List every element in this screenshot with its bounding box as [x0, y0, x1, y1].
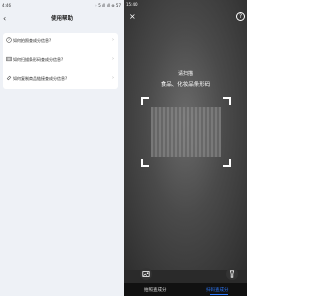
tab-photo-ingredients[interactable]: 拍照查成分: [144, 287, 167, 293]
image-icon: [142, 271, 150, 277]
tab-scan-ingredients[interactable]: 扫码查成分: [206, 287, 229, 293]
flashlight-button[interactable]: [226, 268, 238, 280]
flashlight-icon: [229, 270, 235, 278]
svg-text:?: ?: [8, 38, 10, 42]
album-button[interactable]: [140, 268, 152, 280]
link-icon: [6, 75, 12, 81]
help-icon[interactable]: ?: [236, 12, 245, 21]
status-time: 15:40: [126, 2, 138, 7]
faq-label: 如何扫描条形码查成分信息?: [13, 57, 64, 62]
close-icon[interactable]: ×: [129, 13, 136, 21]
scan-subtitle: 食品、化妆品条形码: [160, 82, 211, 88]
help-screen: 4:46 ◦ 5 ıll ıll ⊕ 57 ‹ 使用帮助 ? 如何拍照查成分信息…: [0, 0, 124, 296]
status-icons: ◦ 5 ıll ıll ⊕ 57: [94, 3, 121, 8]
barcode-icon: [6, 56, 12, 62]
faq-item-barcode[interactable]: 如何扫描条形码查成分信息? ›: [3, 52, 118, 68]
frame-corner: [141, 97, 149, 105]
faq-label: 如何复制商品链接查成分信息?: [13, 76, 68, 81]
question-icon: ?: [6, 37, 12, 43]
chevron-right-icon: ›: [112, 37, 114, 43]
faq-item-link[interactable]: 如何复制商品链接查成分信息? ›: [3, 71, 118, 87]
scan-frame: [141, 97, 231, 167]
active-tab-indicator: [210, 294, 228, 295]
frame-corner: [141, 159, 149, 167]
status-bar: 4:46 ◦ 5 ıll ıll ⊕ 57: [0, 0, 124, 12]
barcode-preview: [151, 107, 221, 157]
chevron-right-icon: ›: [112, 56, 114, 62]
chevron-right-icon: ›: [112, 75, 114, 81]
frame-corner: [223, 159, 231, 167]
faq-item-photo[interactable]: ? 如何拍照查成分信息? ›: [3, 33, 118, 49]
faq-label: 如何拍照查成分信息?: [13, 38, 52, 43]
faq-card: ? 如何拍照查成分信息? › 如何扫描条形码查成分信息? › 如何复制商品链接查…: [3, 33, 118, 89]
help-header: ‹ 使用帮助: [0, 12, 124, 26]
page-title: 使用帮助: [50, 16, 73, 22]
scanner-screen: 15:40 × ? 请扫描 食品、化妆品条形码 拍照查成分 扫码查成分: [124, 0, 247, 296]
status-time: 4:46: [2, 3, 11, 8]
scan-title: 请扫描: [177, 71, 193, 77]
frame-corner: [223, 97, 231, 105]
